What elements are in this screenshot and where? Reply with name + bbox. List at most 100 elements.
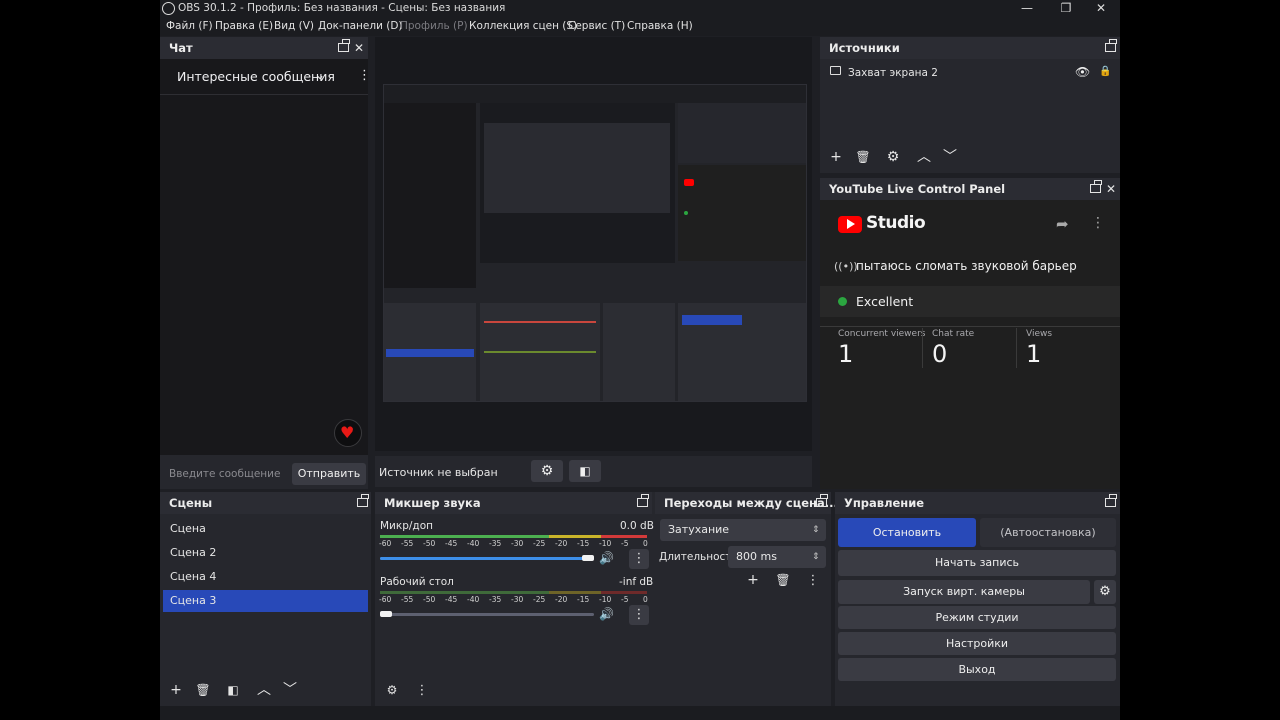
source-filters-button[interactable]: ◧ [569,460,601,482]
nested-chat [384,103,476,288]
nested-scenes [384,303,476,401]
stat-value-chat-rate: 0 [932,340,948,368]
chat-dock: Чат ✕ Интересные сообщения ⌄ ⋮ ♥ Введите… [160,37,371,489]
add-scene-button[interactable]: + [165,681,187,701]
menu-file[interactable]: Файл (F) [166,20,213,32]
transition-type-select[interactable]: Затухание ⇕ [660,519,826,541]
lock-icon[interactable]: 🔒 [1099,66,1111,77]
meter-yellow [549,591,601,594]
menu-scene-collection[interactable]: Коллекция сцен (S) [469,20,577,32]
more-vert-icon: ⋮ [415,683,429,698]
sources-dock-title: Источники [829,41,900,55]
close-icon[interactable]: ✕ [1086,1,1116,17]
source-settings-button[interactable]: ⚙ [882,148,904,168]
scene-item-selected[interactable]: Сцена 3 [163,590,368,612]
divider [820,326,1120,327]
volume-slider-knob[interactable] [582,555,594,561]
more-vert-icon[interactable]: ⋮ [358,68,371,83]
obs-logo-icon [162,2,175,15]
stop-stream-button[interactable]: Остановить трансляцию [838,518,976,568]
stat-label-chat-rate: Chat rate [932,329,975,339]
move-down-button[interactable]: ﹀ [939,148,961,168]
reaction-button[interactable]: ♥ [334,419,362,447]
preview-area[interactable] [375,37,812,451]
start-recording-button[interactable]: Начать запись [838,550,1116,576]
mixer-channel-level: 0.0 dB [620,520,654,532]
float-dock-icon[interactable] [1105,494,1117,507]
send-button[interactable]: Отправить [292,463,366,485]
float-dock-icon[interactable] [637,494,649,507]
source-name: Захват экрана 2 [848,67,938,79]
add-source-button[interactable]: + [825,148,847,168]
source-item[interactable]: Захват экрана 2 👁 🔒 [823,62,1117,84]
transition-menu-button[interactable]: ⋮ [802,571,824,591]
chevron-up-icon: ︿ [257,682,271,698]
trash-icon: 🗑 [775,573,791,587]
more-vert-icon[interactable]: ⋮ [629,549,649,569]
volume-slider-track[interactable] [380,613,594,616]
start-virtual-camera-button[interactable]: Запуск вирт. камеры [838,580,1090,604]
virtual-camera-settings-button[interactable]: ⚙ [1094,580,1116,604]
nested-titlebar [384,85,806,103]
mixer-settings-button[interactable]: ⚙ [381,681,403,701]
add-transition-button[interactable]: + [742,571,764,591]
float-dock-icon[interactable] [816,494,828,507]
scene-item[interactable]: Сцена 2 [163,542,368,564]
source-status: Источник не выбран [379,466,498,479]
chevron-up-icon: ︿ [917,149,931,165]
youtube-dock-header: YouTube Live Control Panel ✕ [820,178,1120,200]
menu-help[interactable]: Справка (H) [627,20,693,32]
remove-scene-button[interactable]: 🗑 [192,681,214,701]
controls-dock-header: Управление [835,492,1120,514]
close-dock-icon[interactable]: ✕ [353,42,365,54]
source-properties-button[interactable]: ⚙ [531,460,563,482]
chat-input[interactable]: Введите сообщение [169,468,280,480]
exit-button[interactable]: Выход [838,658,1116,681]
move-up-button[interactable]: ︿ [913,148,935,168]
share-icon[interactable]: ➦ [1056,215,1069,233]
float-dock-icon[interactable] [357,494,369,507]
trash-icon: 🗑 [855,150,871,164]
controls-dock: Управление Остановить трансляцию (Автоос… [835,492,1120,706]
menu-tools[interactable]: Сервис (T) [568,20,625,32]
scene-item[interactable]: Сцена [163,518,368,540]
status-bar [160,706,1120,720]
mixer-menu-button[interactable]: ⋮ [411,681,433,701]
chevron-down-icon[interactable]: ⌄ [315,68,325,82]
scene-item[interactable]: Сцена 4 [163,566,368,588]
transitions-dock-header: Переходы между сцена... [655,492,838,514]
divider [1016,328,1017,368]
more-vert-icon[interactable]: ⋮ [1091,215,1105,231]
mixer-dock-title: Микшер звука [384,496,481,510]
speaker-icon[interactable]: 🔊 [599,551,614,565]
close-dock-icon[interactable]: ✕ [1105,183,1117,195]
scene-filters-button[interactable]: ◧ [222,681,244,701]
chat-mode-label[interactable]: Интересные сообщения [177,69,335,84]
menu-docks[interactable]: Док-панели (D) [318,20,403,32]
nested-preview-canvas [484,123,670,213]
menu-edit[interactable]: Правка (E) [215,20,273,32]
chat-dock-title: Чат [169,41,193,55]
scenes-dock: Сцены Сцена Сцена 2 Сцена 4 Сцена 3 + 🗑 … [160,492,371,706]
float-dock-icon[interactable] [338,39,350,52]
more-vert-icon[interactable]: ⋮ [629,605,649,625]
speaker-icon[interactable]: 🔊 [599,607,614,621]
scene-down-button[interactable]: ﹀ [279,681,301,701]
remove-transition-button[interactable]: 🗑 [772,571,794,591]
eye-icon[interactable]: 👁 [1075,65,1090,79]
filter-icon: ◧ [579,464,591,478]
studio-mode-button[interactable]: Режим студии [838,606,1116,629]
duration-spinbox[interactable]: 800 ms ⇕ [728,546,826,568]
remove-source-button[interactable]: 🗑 [852,148,874,168]
menu-view[interactable]: Вид (V) [274,20,314,32]
volume-slider-knob[interactable] [380,611,392,617]
float-dock-icon[interactable] [1105,39,1117,52]
menu-profile[interactable]: Профиль (P) [400,20,468,32]
auto-stop-button[interactable]: (Автоостановка) [980,518,1116,547]
settings-button[interactable]: Настройки [838,632,1116,655]
float-dock-icon[interactable] [1090,180,1102,193]
minimize-icon[interactable]: — [1012,1,1042,17]
scenes-dock-title: Сцены [169,496,213,510]
scene-up-button[interactable]: ︿ [253,681,275,701]
restore-icon[interactable]: ❐ [1051,1,1081,17]
